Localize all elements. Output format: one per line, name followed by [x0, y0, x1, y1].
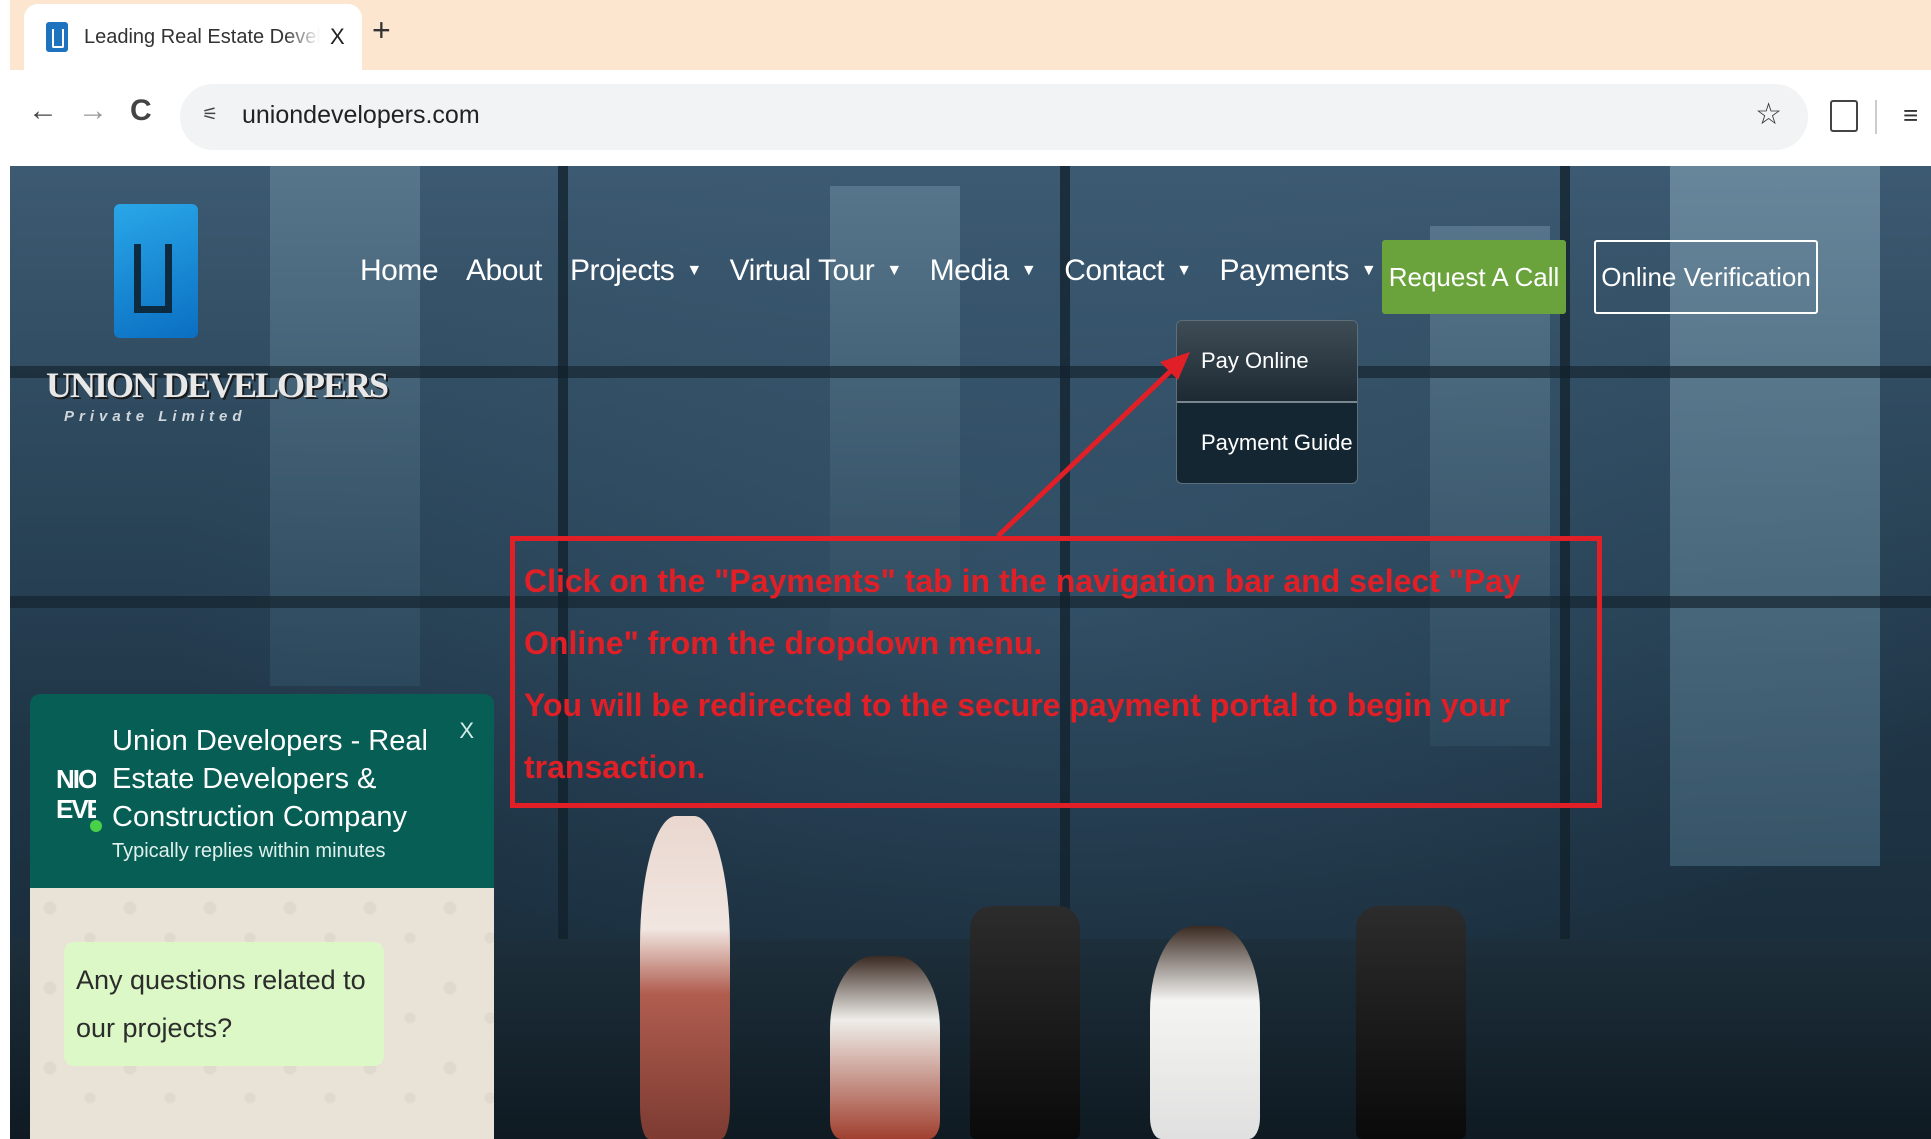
annotation-line-1: Click on the "Payments" tab in the navig… [524, 563, 1521, 661]
annotation-arrow-icon [996, 352, 1190, 538]
back-icon[interactable]: ← [28, 94, 58, 128]
address-bar[interactable]: ⚟ uniondevelopers.com ☆ [180, 84, 1808, 150]
tab-close-icon[interactable]: X [330, 24, 345, 50]
reload-icon[interactable]: C [130, 94, 152, 128]
search-tabs-icon[interactable] [1830, 100, 1858, 132]
avatar: NIOIEVE [56, 764, 96, 824]
forward-icon[interactable]: → [78, 94, 108, 128]
url-text[interactable]: uniondevelopers.com [242, 101, 480, 130]
seated-person [830, 956, 940, 1139]
annotation-text: Click on the "Payments" tab in the navig… [524, 550, 1584, 798]
office-chair [1356, 906, 1466, 1139]
whatsapp-widget: NIOIEVE Union Developers - Real Estate D… [30, 694, 494, 1139]
site-info-icon[interactable]: ⚟ [202, 104, 224, 130]
annotation-line-2: You will be redirected to the secure pay… [524, 687, 1511, 785]
site-favicon-icon [46, 22, 68, 52]
whatsapp-title: Union Developers - Real Estate Developer… [112, 725, 428, 833]
whatsapp-subtitle: Typically replies within minutes [112, 840, 386, 862]
whatsapp-chat-body: Any questions related to our projects? [30, 888, 494, 1139]
chat-message-bubble: Any questions related to our projects? [64, 942, 384, 1066]
new-tab-button[interactable]: + [372, 12, 391, 49]
seated-person [1150, 926, 1260, 1139]
browser-tab[interactable]: Leading Real Estate Developers X [24, 4, 362, 70]
whatsapp-header: NIOIEVE Union Developers - Real Estate D… [30, 694, 494, 888]
office-chair [970, 906, 1080, 1139]
presenter-figure [640, 816, 730, 1139]
browser-toolbar: ← → C ⚟ uniondevelopers.com ☆ ≡ [10, 70, 1931, 166]
browser-tab-bar: Leading Real Estate Developers X + [10, 0, 1931, 70]
reading-list-icon[interactable]: ≡ [1903, 100, 1918, 131]
caret-down-icon: ▼ [1360, 262, 1377, 279]
tab-title: Leading Real Estate Developers [84, 25, 320, 48]
bookmark-star-icon[interactable]: ☆ [1755, 97, 1782, 132]
toolbar-divider [1875, 100, 1877, 134]
close-icon[interactable]: X [459, 718, 474, 744]
hero-section: UNION DEVELOPERS Private Limited Home Ab… [10, 166, 1931, 1139]
request-call-button[interactable]: Request A Call [1382, 240, 1566, 314]
online-verification-button[interactable]: Online Verification [1594, 240, 1818, 314]
online-status-icon [90, 820, 102, 832]
